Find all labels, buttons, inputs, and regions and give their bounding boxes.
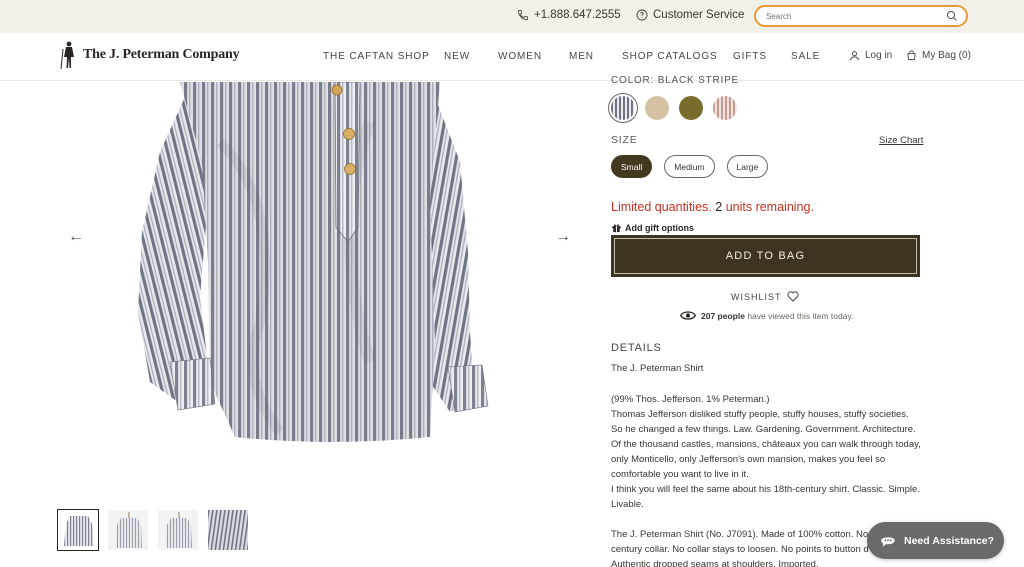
- add-to-bag-label: ADD TO BAG: [614, 238, 917, 274]
- gift-icon: [612, 224, 621, 233]
- description-line: I think you will feel the same about his…: [611, 484, 920, 495]
- heart-icon: [786, 291, 799, 302]
- wishlist-button[interactable]: WISHLIST: [731, 291, 799, 302]
- product-main-image: [130, 82, 510, 452]
- description-line: (99% Thos. Jefferson. 1% Peterman.): [611, 394, 770, 405]
- stock-notice-suffix: units remaining.: [725, 200, 814, 214]
- size-medium-button[interactable]: Medium: [664, 155, 715, 178]
- description-line: Of the thousand castles, mansions, châte…: [611, 439, 921, 450]
- stock-notice-prefix: Limited quantities.: [611, 200, 712, 214]
- thumbnail-4[interactable]: [207, 509, 249, 551]
- search-box[interactable]: [754, 5, 968, 27]
- bag-icon: [907, 50, 916, 61]
- thumbnail-2[interactable]: [107, 509, 149, 551]
- prev-image-arrow-icon[interactable]: ←: [68, 228, 84, 246]
- stock-count: 2: [715, 200, 723, 214]
- customer-service-link[interactable]: Customer Service: [636, 9, 744, 21]
- next-image-arrow-icon[interactable]: →: [555, 228, 571, 246]
- thumbnail-1[interactable]: [57, 509, 99, 551]
- description-line: Livable.: [611, 499, 644, 510]
- swatch-khaki[interactable]: [645, 96, 669, 120]
- wishlist-label: WISHLIST: [731, 291, 782, 302]
- user-icon: [849, 51, 860, 61]
- size-label: SIZE: [611, 134, 638, 146]
- viewed-count-notice: 207 people have viewed this item today.: [680, 310, 853, 321]
- nav-gifts[interactable]: GIFTS: [733, 51, 767, 62]
- login-label: Log in: [865, 50, 893, 61]
- stock-notice: Limited quantities. 2 units remaining.: [611, 200, 814, 214]
- description-line: So he changed a few things. Law. Gardeni…: [611, 424, 916, 435]
- color-swatches: [608, 93, 737, 123]
- viewed-count: 207 people: [701, 310, 745, 321]
- phone-number: +1.888.647.2555: [534, 9, 621, 21]
- size-chart-link[interactable]: Size Chart: [879, 135, 923, 146]
- search-input[interactable]: [766, 10, 936, 23]
- logo[interactable]: The J. Peterman Company: [58, 40, 240, 70]
- gift-options-label: Add gift options: [625, 222, 694, 233]
- eye-icon: [680, 311, 696, 320]
- size-large-button[interactable]: Large: [726, 155, 769, 178]
- nav-sale[interactable]: SALE: [791, 51, 820, 62]
- nav-women[interactable]: WOMEN: [498, 51, 542, 62]
- spec-line: Authentic dropped seams at shoulders. Im…: [611, 559, 819, 567]
- main-header: The J. Peterman Company THE CAFTAN SHOP …: [0, 33, 1024, 81]
- need-assistance-button[interactable]: Need Assistance?: [867, 522, 1004, 559]
- swatch-olive[interactable]: [679, 96, 703, 120]
- need-assistance-label: Need Assistance?: [904, 534, 995, 547]
- size-small-button[interactable]: Small: [611, 155, 653, 178]
- phone-icon: [518, 10, 528, 20]
- swatch-red-stripe[interactable]: [713, 96, 737, 120]
- description-line: Thomas Jefferson disliked stuffy people,…: [611, 409, 909, 420]
- login-link[interactable]: Log in: [849, 50, 892, 61]
- details-heading: DETAILS: [611, 342, 662, 354]
- customer-service-label: Customer Service: [653, 9, 745, 21]
- horseman-logo-icon: [60, 41, 74, 70]
- search-icon[interactable]: [946, 10, 958, 22]
- phone-link[interactable]: +1.888.647.2555: [517, 9, 621, 21]
- utility-bar: +1.888.647.2555 Customer Service: [0, 0, 1024, 33]
- nav-caftan-shop[interactable]: THE CAFTAN SHOP: [323, 51, 430, 62]
- help-circle-icon: [636, 9, 648, 21]
- nav-new[interactable]: NEW: [444, 51, 470, 62]
- color-label: COLOR: BLACK STRIPE: [611, 75, 740, 86]
- nav-men[interactable]: MEN: [569, 51, 594, 62]
- spec-line: century collar. No collar stays to loose…: [611, 544, 869, 555]
- nav-shop-catalogs[interactable]: SHOP CATALOGS: [622, 51, 718, 62]
- product-specs: The J. Peterman Shirt (No. J7091). Made …: [611, 527, 871, 567]
- bag-label: My Bag (0): [922, 50, 971, 61]
- logo-text: The J. Peterman Company: [83, 47, 240, 62]
- thumbnail-strip: [57, 509, 249, 551]
- swatch-black-stripe[interactable]: [608, 93, 638, 123]
- viewed-text: have viewed this item today.: [747, 310, 854, 321]
- add-to-bag-button[interactable]: ADD TO BAG: [611, 235, 920, 277]
- thumbnail-3[interactable]: [157, 509, 199, 551]
- my-bag-link[interactable]: My Bag (0): [906, 50, 971, 61]
- gift-options-link[interactable]: Add gift options: [611, 222, 694, 233]
- chat-bubble-icon: [881, 536, 895, 547]
- product-name: The J. Peterman Shirt: [611, 363, 704, 374]
- size-options: Small Medium Large: [611, 155, 769, 178]
- description-line: only Monticello, only Jefferson's own ma…: [611, 454, 886, 465]
- description-line: comfortable you want to live in it.: [611, 469, 749, 480]
- spec-line: The J. Peterman Shirt (No. J7091). Made …: [611, 529, 871, 540]
- product-description: (99% Thos. Jefferson. 1% Peterman.) Thom…: [611, 392, 931, 512]
